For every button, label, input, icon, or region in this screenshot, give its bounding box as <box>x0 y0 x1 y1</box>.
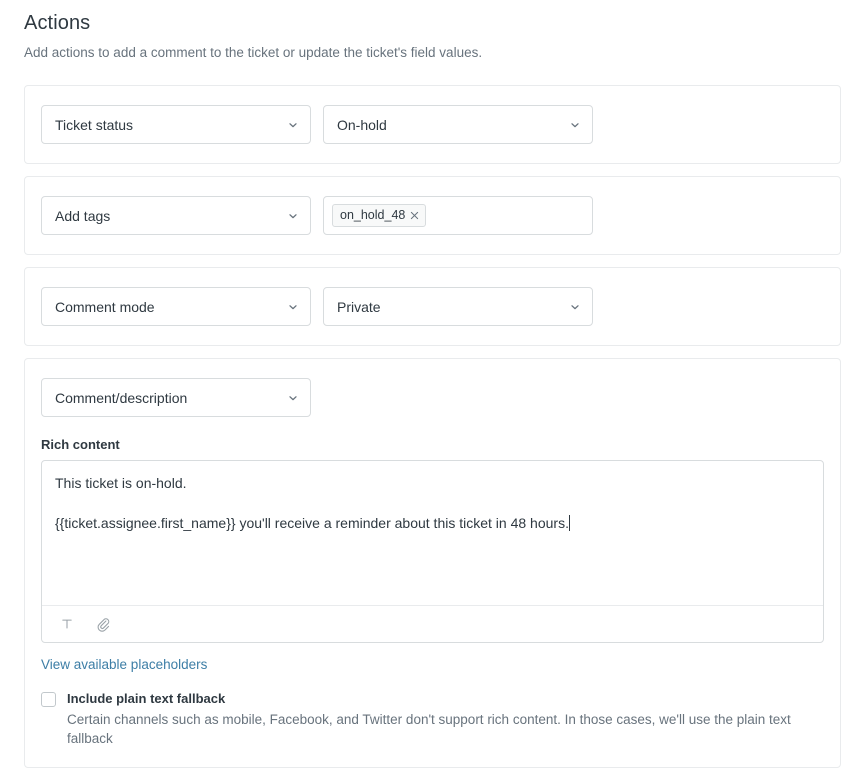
chevron-down-icon <box>287 301 299 313</box>
action-card-comment-description: Comment/description Rich content This ti… <box>24 358 841 768</box>
editor-line-2: {{ticket.assignee.first_name}} you'll re… <box>55 515 569 531</box>
rich-content-label: Rich content <box>41 436 824 453</box>
view-available-placeholders-link[interactable]: View available placeholders <box>41 656 207 674</box>
tag-chip-label: on_hold_48 <box>340 208 405 223</box>
tags-input[interactable]: on_hold_48 <box>323 196 593 235</box>
action-card-add-tags: Add tags on_hold_48 <box>24 176 841 255</box>
action-card-list: Ticket status On-hold Add tags <box>0 85 865 768</box>
close-icon[interactable] <box>410 211 419 220</box>
tag-chip[interactable]: on_hold_48 <box>332 204 426 227</box>
editor-toolbar <box>42 605 823 642</box>
action-card-ticket-status: Ticket status On-hold <box>24 85 841 164</box>
field-select-label: Add tags <box>55 207 110 225</box>
field-select-ticket-status[interactable]: Ticket status <box>41 105 311 144</box>
value-select-label: On-hold <box>337 116 387 134</box>
plain-text-fallback-row: Include plain text fallback Certain chan… <box>41 690 824 748</box>
text-format-icon[interactable] <box>54 611 80 637</box>
value-select-comment-mode[interactable]: Private <box>323 287 593 326</box>
chevron-down-icon <box>287 210 299 222</box>
chevron-down-icon <box>287 119 299 131</box>
attachment-icon[interactable] <box>90 611 116 637</box>
page-subtitle: Add actions to add a comment to the tick… <box>24 43 865 63</box>
field-select-label: Comment/description <box>55 389 187 407</box>
action-row: Add tags on_hold_48 <box>41 196 824 235</box>
field-select-comment-description[interactable]: Comment/description <box>41 378 311 417</box>
page-title: Actions <box>24 10 865 36</box>
action-row: Ticket status On-hold <box>41 105 824 144</box>
rich-content-textarea[interactable]: This ticket is on-hold. {{ticket.assigne… <box>42 461 823 605</box>
editor-line-2-wrap: {{ticket.assignee.first_name}} you'll re… <box>55 513 810 533</box>
action-card-comment-mode: Comment mode Private <box>24 267 841 346</box>
chevron-down-icon <box>569 119 581 131</box>
rich-content-editor: This ticket is on-hold. {{ticket.assigne… <box>41 460 824 643</box>
fallback-title: Include plain text fallback <box>67 690 824 708</box>
value-select-ticket-status[interactable]: On-hold <box>323 105 593 144</box>
include-plain-text-fallback-checkbox[interactable] <box>41 692 56 707</box>
chevron-down-icon <box>287 392 299 404</box>
chevron-down-icon <box>569 301 581 313</box>
editor-line-1: This ticket is on-hold. <box>55 473 810 493</box>
page-header: Actions Add actions to add a comment to … <box>0 0 865 63</box>
action-row: Comment mode Private <box>41 287 824 326</box>
actions-page: Actions Add actions to add a comment to … <box>0 0 865 770</box>
fallback-description: Certain channels such as mobile, Faceboo… <box>67 710 824 748</box>
field-select-label: Comment mode <box>55 298 155 316</box>
value-select-label: Private <box>337 298 381 316</box>
field-select-add-tags[interactable]: Add tags <box>41 196 311 235</box>
field-select-label: Ticket status <box>55 116 133 134</box>
text-caret <box>569 515 570 531</box>
action-row: Comment/description <box>41 378 824 417</box>
field-select-comment-mode[interactable]: Comment mode <box>41 287 311 326</box>
fallback-texts: Include plain text fallback Certain chan… <box>67 690 824 748</box>
